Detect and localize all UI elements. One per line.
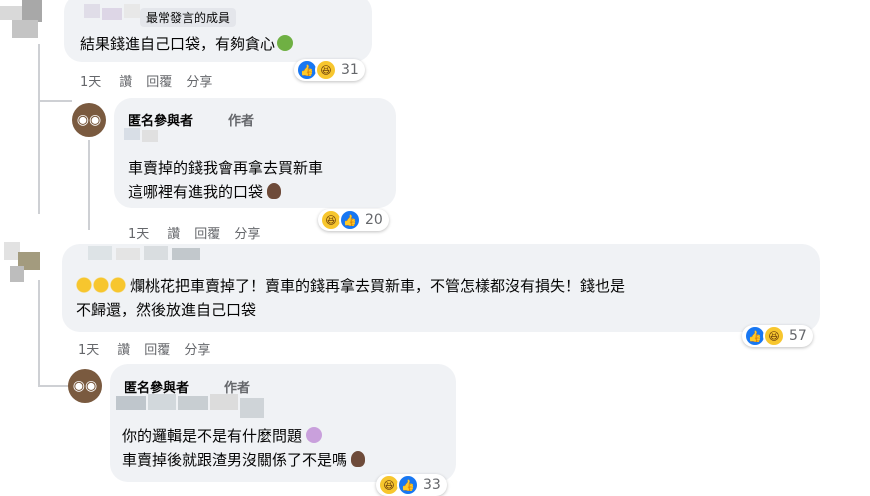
timestamp[interactable]: 1天: [128, 227, 149, 242]
timestamp[interactable]: 1天: [78, 343, 99, 358]
comment-bubble: 爛桃花把車賣掉了！賣車的錢再拿去買新車，不管怎樣都沒有損失！錢也是 不歸還，然後…: [62, 244, 820, 332]
commenter-name-obscured[interactable]: [88, 246, 208, 262]
reply-bubble: 匿名參與者 作者 車賣掉的錢我會再拿去買新車 這哪裡有進我的口袋: [114, 98, 396, 208]
woman-icon: [351, 451, 366, 467]
like-action[interactable]: 讚: [117, 343, 130, 358]
comment-actions: 1天 讚回覆 分享: [80, 71, 226, 90]
reaction-summary[interactable]: 😆 👍 33: [376, 474, 447, 496]
reply-action[interactable]: 回覆: [194, 227, 220, 242]
thread-line: [38, 280, 40, 385]
like-action[interactable]: 讚: [167, 227, 180, 242]
reaction-summary[interactable]: 👍 😆 31: [294, 59, 365, 81]
thread-line: [88, 140, 90, 230]
comment-text: 結果錢進自己口袋，有夠貪心: [80, 32, 294, 56]
obscured-text: [116, 394, 266, 420]
reaction-summary[interactable]: 😆 👍 20: [318, 209, 389, 231]
reply-actions: 1天 讚回覆 分享: [128, 223, 274, 242]
like-action[interactable]: 讚: [119, 75, 132, 90]
like-icon: 👍: [397, 474, 419, 496]
haha-icon: 😆: [763, 325, 785, 347]
commenter-name-obscured[interactable]: [84, 4, 144, 20]
reaction-summary[interactable]: 👍 😆 57: [742, 325, 813, 347]
avatar[interactable]: [0, 0, 52, 42]
avatar-anonymous[interactable]: ◉◉: [72, 103, 106, 137]
anonymous-glasses-icon: ◉◉: [72, 378, 98, 394]
thread-line: [38, 44, 40, 214]
like-icon: 👍: [339, 209, 361, 231]
reply-action[interactable]: 回覆: [146, 75, 172, 90]
comment-bubble: 最常發言的成員 結果錢進自己口袋，有夠貪心: [64, 0, 372, 62]
avatar[interactable]: [0, 238, 44, 286]
share-action[interactable]: 分享: [184, 343, 210, 358]
comment-actions: 1天 讚回覆 分享: [78, 339, 224, 358]
reply-text: 車賣掉的錢我會再拿去買新車 這哪裡有進我的口袋: [128, 159, 324, 201]
rolling-laugh-icon: [76, 277, 126, 293]
commenter-name[interactable]: 匿名參與者: [128, 110, 193, 129]
share-action[interactable]: 分享: [234, 227, 260, 242]
share-action[interactable]: 分享: [186, 75, 212, 90]
obscured-text: [124, 128, 164, 142]
reply-action[interactable]: 回覆: [144, 343, 170, 358]
timestamp[interactable]: 1天: [80, 75, 101, 90]
avatar-anonymous[interactable]: ◉◉: [68, 369, 102, 403]
haha-icon: 😆: [315, 59, 337, 81]
woman-icon: [267, 183, 282, 199]
nauseated-face-icon: [277, 35, 294, 51]
woman-facepalm-icon: [306, 427, 323, 443]
top-contributor-badge[interactable]: 最常發言的成員: [140, 8, 237, 27]
reply-bubble: 匿名參與者 作者 你的邏輯是不是有什麼問題 車賣掉後就跟渣男沒關係了不是嗎: [110, 364, 456, 482]
anonymous-glasses-icon: ◉◉: [76, 112, 102, 128]
thread-connector: [38, 100, 72, 102]
author-badge: 作者: [228, 114, 255, 129]
thread-connector: [38, 385, 70, 387]
comment-text: 爛桃花把車賣掉了！賣車的錢再拿去買新車，不管怎樣都沒有損失！錢也是 不歸還，然後…: [76, 277, 626, 319]
reply-text: 你的邏輯是不是有什麼問題 車賣掉後就跟渣男沒關係了不是嗎: [122, 424, 366, 472]
